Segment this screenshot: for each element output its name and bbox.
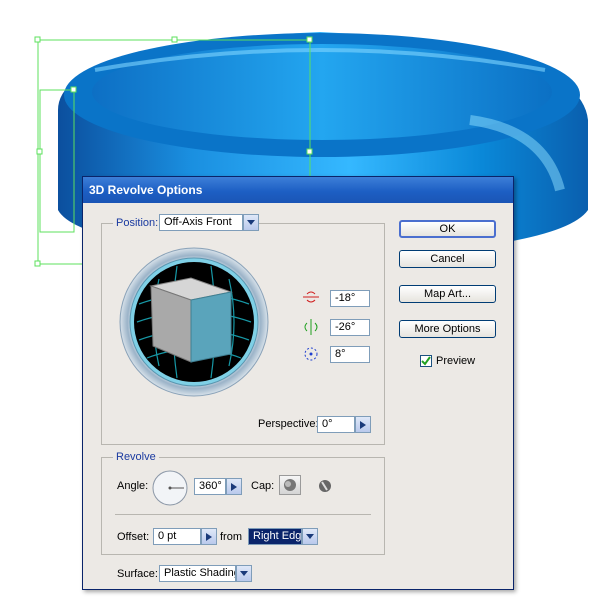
from-select[interactable]: Right Edge [248,528,302,545]
map-art-button[interactable]: Map Art... [399,285,496,303]
dialog-title[interactable]: 3D Revolve Options [83,177,513,203]
offset-slider-arrow[interactable] [201,528,217,545]
from-label: from [220,531,242,543]
rotate-y-icon [304,319,318,335]
revolve-separator [115,514,371,515]
preview-checkbox[interactable] [420,355,432,367]
perspective-label: Perspective: [258,418,319,430]
angle-slider-arrow[interactable] [226,478,242,495]
revolve-label: Revolve [113,451,159,463]
position-select[interactable]: Off-Axis Front [159,214,243,231]
ok-button[interactable]: OK [399,220,496,238]
cancel-button[interactable]: Cancel [399,250,496,268]
offset-field[interactable]: 0 pt [153,528,201,545]
rotate-x-field[interactable]: -18° [330,290,370,307]
from-dropdown-arrow[interactable] [302,528,318,545]
angle-label: Angle: [117,480,149,492]
preview-label: Preview [436,355,476,367]
chevron-right-icon [206,533,212,541]
checkmark-icon [421,356,431,366]
position-dropdown-arrow[interactable] [243,214,259,231]
chevron-right-icon [360,421,366,429]
rotate-y-field[interactable]: -26° [330,319,370,336]
surface-select[interactable]: Plastic Shading [159,565,236,582]
perspective-field[interactable]: 0° [317,416,355,433]
revolve-options-dialog: 3D Revolve Options Position: Off-Axis Fr… [82,176,514,590]
track-cube-widget[interactable] [119,244,269,400]
cap-label: Cap: [251,480,275,492]
rotate-z-icon [304,347,318,361]
surface-dropdown-arrow[interactable] [236,565,252,582]
surface-label: Surface: [117,568,158,580]
chevron-right-icon [231,483,237,491]
perspective-slider-arrow[interactable] [355,416,371,433]
rotate-x-icon [303,291,319,303]
rotate-z-field[interactable]: 8° [330,346,370,363]
cap-hollow-icon[interactable] [316,477,334,495]
chevron-down-icon [247,220,255,225]
position-label: Position: [113,217,162,229]
cap-on-button[interactable] [279,475,301,495]
chevron-down-icon [240,571,248,576]
more-options-button[interactable]: More Options [399,320,496,338]
cap-solid-icon [284,479,296,491]
angle-field[interactable]: 360° [194,478,226,495]
chevron-down-icon [306,534,314,539]
offset-label: Offset: [117,531,150,543]
angle-dial[interactable] [151,469,189,507]
